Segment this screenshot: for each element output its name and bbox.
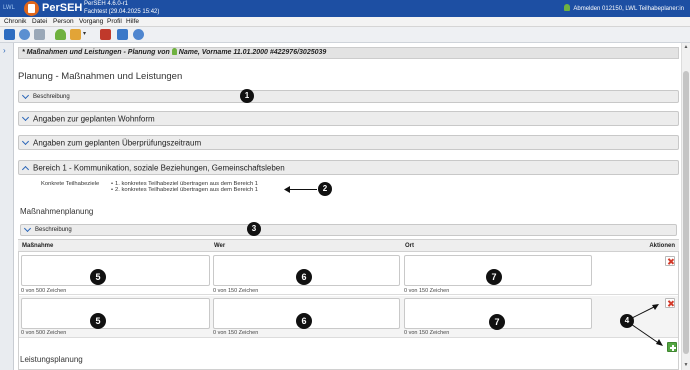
menu-bar: Chronik Datei Person Vorgang Profil Hilf… (0, 17, 690, 27)
goals-list: 1. konkretes Teilhabeziel übertragen aus… (111, 181, 258, 194)
wer-char-counter: 0 von 150 Zeichen (213, 330, 259, 336)
perseh-logo-icon (24, 1, 39, 16)
column-massnahme: Maßnahme (22, 243, 54, 249)
user-settings-icon[interactable] (117, 29, 128, 40)
page-header-text: * Maßnahmen und Leistungen - Planung von (22, 49, 170, 56)
arrowhead-icon (284, 186, 290, 193)
column-ort: Ort (405, 243, 414, 249)
wer-char-counter: 0 von 150 Zeichen (213, 288, 259, 294)
callout-badge-6: 6 (296, 313, 312, 329)
chevron-down-icon[interactable]: ▾ (83, 29, 89, 40)
ort-char-counter: 0 von 150 Zeichen (404, 288, 450, 294)
leistungsplanung-heading: Leistungsplanung (20, 355, 83, 364)
help-icon[interactable] (133, 29, 144, 40)
scroll-thumb[interactable] (683, 71, 689, 354)
side-panel-strip: › (0, 43, 14, 370)
menu-hilfe[interactable]: Hilfe (126, 17, 139, 27)
callout-badge-5: 5 (90, 269, 106, 285)
scroll-up-icon[interactable]: ▲ (683, 44, 689, 50)
menu-chronik[interactable]: Chronik (4, 17, 26, 27)
lwl-logo: LWL (3, 5, 15, 11)
menu-profil[interactable]: Profil (107, 17, 122, 27)
chevron-up-icon (21, 165, 30, 173)
vertical-scrollbar[interactable]: ▲ ▼ (681, 43, 690, 370)
panel-ueberpruefungszeitraum[interactable]: Angaben zum geplanten Überprüfungszeitra… (18, 135, 679, 150)
panel-beschreibung[interactable]: Beschreibung (18, 90, 679, 103)
save-icon[interactable] (4, 29, 15, 40)
menu-datei[interactable]: Datei (32, 17, 47, 27)
callout-badge-4: 4 (620, 314, 634, 328)
network-icon[interactable] (100, 29, 111, 40)
expand-sidebar-icon[interactable]: › (3, 47, 6, 55)
massnahme-textarea[interactable] (21, 255, 210, 286)
person-icon[interactable] (55, 29, 66, 40)
panel-title: Bereich 1 - Kommunikation, soziale Bezie… (33, 163, 285, 172)
callout-badge-2: 2 (318, 182, 332, 196)
massnahme-char-counter: 0 von 500 Zeichen (21, 330, 67, 336)
app-version: PerSEH 4.6.0-r1 (84, 1, 129, 7)
page-header: * Maßnahmen und Leistungen - Planung von… (18, 47, 679, 59)
panel-title: Angaben zum geplanten Überprüfungszeitra… (33, 138, 202, 147)
app-name: PerSEH (42, 2, 83, 14)
callout-badge-5: 5 (90, 313, 106, 329)
callout-badge-7: 7 (486, 269, 502, 285)
page-title: Planung - Maßnahmen und Leistungen (18, 71, 183, 82)
panel-title: Beschreibung (35, 227, 72, 233)
add-document-icon[interactable] (70, 29, 81, 40)
panel-massnahmen-beschreibung[interactable]: Beschreibung (20, 224, 677, 236)
callout-arrow (287, 189, 317, 190)
ort-char-counter: 0 von 150 Zeichen (404, 330, 450, 336)
logout-link[interactable]: Abmelden 012150, LWL Teilhabeplaner:in (564, 4, 684, 13)
callout-badge-1: 1 (240, 89, 254, 103)
app-environment: Fachtest (29.04.2025 15:42) (84, 9, 160, 15)
title-bar: LWL PerSEH PerSEH 4.6.0-r1 Fachtest (29.… (0, 0, 690, 17)
chevron-down-icon (21, 137, 30, 145)
table-header: Maßnahme Wer Ort Aktionen (18, 240, 679, 252)
callout-badge-3: 3 (247, 222, 261, 236)
toolbar: ▾ (0, 27, 690, 43)
scroll-down-icon[interactable]: ▼ (683, 362, 689, 368)
massnahme-textarea[interactable] (21, 298, 210, 329)
panel-title: Beschreibung (33, 93, 70, 100)
column-wer: Wer (214, 243, 226, 249)
panel-bereich-1[interactable]: Bereich 1 - Kommunikation, soziale Bezie… (18, 160, 679, 175)
callout-badge-6: 6 (296, 269, 312, 285)
refresh-icon[interactable] (19, 29, 30, 40)
massnahmenplanung-heading: Maßnahmenplanung (20, 207, 94, 216)
panel-wohnform[interactable]: Angaben zur geplanten Wohnform (18, 111, 679, 126)
person-name: Name, Vorname 11.01.2000 #422976/3025039 (178, 49, 327, 56)
massnahme-char-counter: 0 von 500 Zeichen (21, 288, 67, 294)
goals-label: Konkrete Teilhabeziele (41, 181, 100, 187)
menu-person[interactable]: Person (53, 17, 74, 27)
print-icon[interactable] (34, 29, 45, 40)
goal-item: 2. konkretes Teilhabeziel übertragen aus… (111, 187, 258, 193)
column-aktionen: Aktionen (649, 243, 675, 249)
person-icon (171, 48, 177, 55)
user-label: Abmelden 012150, LWL Teilhabeplaner:in (573, 6, 684, 12)
chevron-down-icon (21, 91, 30, 99)
callout-badge-7: 7 (489, 314, 505, 330)
chevron-down-icon (21, 113, 30, 121)
chevron-down-icon (23, 224, 32, 233)
delete-row-button[interactable] (665, 256, 675, 266)
user-icon (564, 4, 571, 11)
panel-title: Angaben zur geplanten Wohnform (33, 114, 155, 123)
menu-vorgang[interactable]: Vorgang (79, 17, 103, 27)
